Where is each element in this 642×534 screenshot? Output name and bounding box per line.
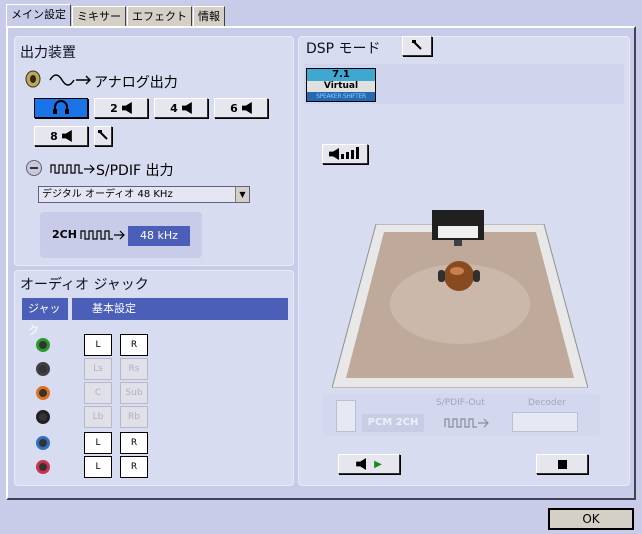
pcm-label: PCM 2CH: [362, 414, 424, 432]
virtual-room-floor: [331, 223, 589, 389]
speaker-icon: [181, 102, 192, 114]
digital-wave-icon: [50, 162, 96, 176]
jack-black-dot: [36, 362, 50, 376]
tab-effects[interactable]: エフェクト: [127, 6, 192, 26]
spdif-rate-badge: 48 kHz: [128, 226, 190, 246]
speaker-8-button[interactable]: 8: [34, 126, 88, 146]
speaker-settings-button[interactable]: [94, 126, 112, 146]
tab-bar: メイン設定 ミキサー エフェクト 情報: [6, 4, 226, 26]
jack-front-right-icon[interactable]: R: [120, 334, 148, 356]
tab-mixer[interactable]: ミキサー: [72, 6, 126, 26]
tab-info[interactable]: 情報: [193, 6, 225, 26]
analog-speaker-icon: [24, 70, 44, 88]
pc-tower-icon: [336, 400, 356, 432]
hammer-icon: [97, 129, 109, 144]
ok-button[interactable]: OK: [548, 508, 634, 530]
play-test-button[interactable]: ▶: [338, 454, 400, 474]
spdif-toggle-icon[interactable]: [26, 160, 42, 176]
spdif-format-dropdown[interactable]: デジタル オーディオ 48 KHz ▼: [38, 186, 250, 203]
speaker-4-button[interactable]: 4: [154, 98, 208, 118]
jack-subwoofer-icon: Sub: [120, 382, 148, 404]
speaker-icon: [121, 102, 132, 114]
jack-center-icon: C: [84, 382, 112, 404]
speaker-icon: [61, 130, 72, 142]
headphone-icon: [52, 99, 70, 118]
monitor-icon: [430, 208, 486, 248]
jack-green-dot: [36, 338, 50, 352]
analog-output-label: アナログ出力: [94, 75, 178, 91]
stop-icon: [557, 459, 567, 469]
speaker-6-button[interactable]: 6: [214, 98, 268, 118]
speaker-icon: [241, 102, 252, 114]
spdif-out-label: S/PDIF-Out: [436, 398, 485, 408]
jack-line-in-right-icon[interactable]: R: [120, 432, 148, 454]
jack-column-header: ジャック: [22, 298, 68, 337]
hammer-icon: [411, 39, 423, 54]
jack-front-left-icon[interactable]: L: [84, 334, 112, 356]
decoder-label: Decoder: [528, 398, 566, 408]
tab-main-settings[interactable]: メイン設定: [6, 4, 71, 26]
virtual-speaker-shifter-badge[interactable]: 7.1 Virtual SPEAKER SHIFTER: [306, 68, 376, 102]
speaker-icon: [356, 458, 367, 470]
jack-line-in-left-icon[interactable]: L: [84, 432, 112, 454]
speaker-2-button[interactable]: 2: [94, 98, 148, 118]
digital-wave-icon: [80, 228, 126, 242]
play-icon: ▶: [374, 458, 382, 470]
jack-back-right-icon: Rb: [120, 406, 148, 428]
analog-wave-icon: [48, 72, 94, 88]
volume-bars-icon: [339, 146, 361, 162]
decoder-device-icon: [512, 412, 578, 432]
jack-back-left-icon: Lb: [84, 406, 112, 428]
jack-mic-right-icon[interactable]: R: [120, 456, 148, 478]
spdif-channels: 2CH: [52, 228, 77, 241]
chevron-down-icon[interactable]: ▼: [235, 187, 249, 202]
jack-side-left-icon: Ls: [84, 358, 112, 380]
dsp-settings-button[interactable]: [402, 36, 432, 56]
stop-test-button[interactable]: [536, 454, 588, 474]
jack-blue-dot: [36, 436, 50, 450]
jack-mic-left-icon[interactable]: L: [84, 456, 112, 478]
jack-orange-dot: [36, 386, 50, 400]
digital-wave-icon: [444, 416, 490, 430]
dsp-mode-title: DSP モード: [306, 41, 381, 57]
jack-side-right-icon: Rs: [120, 358, 148, 380]
listener-head-icon: [436, 258, 482, 294]
output-device-title: 出力装置: [20, 45, 76, 61]
jack-pink-dot: [36, 460, 50, 474]
speaker-icon: [329, 148, 339, 160]
jack-gray-dot: [36, 410, 50, 424]
audio-jack-title: オーディオ ジャック: [20, 277, 149, 293]
speaker-volume-button[interactable]: [322, 144, 368, 164]
headphone-button[interactable]: [34, 98, 88, 118]
spdif-output-label: S/PDIF 出力: [96, 163, 174, 179]
basic-settings-column-header: 基本設定: [72, 298, 288, 320]
